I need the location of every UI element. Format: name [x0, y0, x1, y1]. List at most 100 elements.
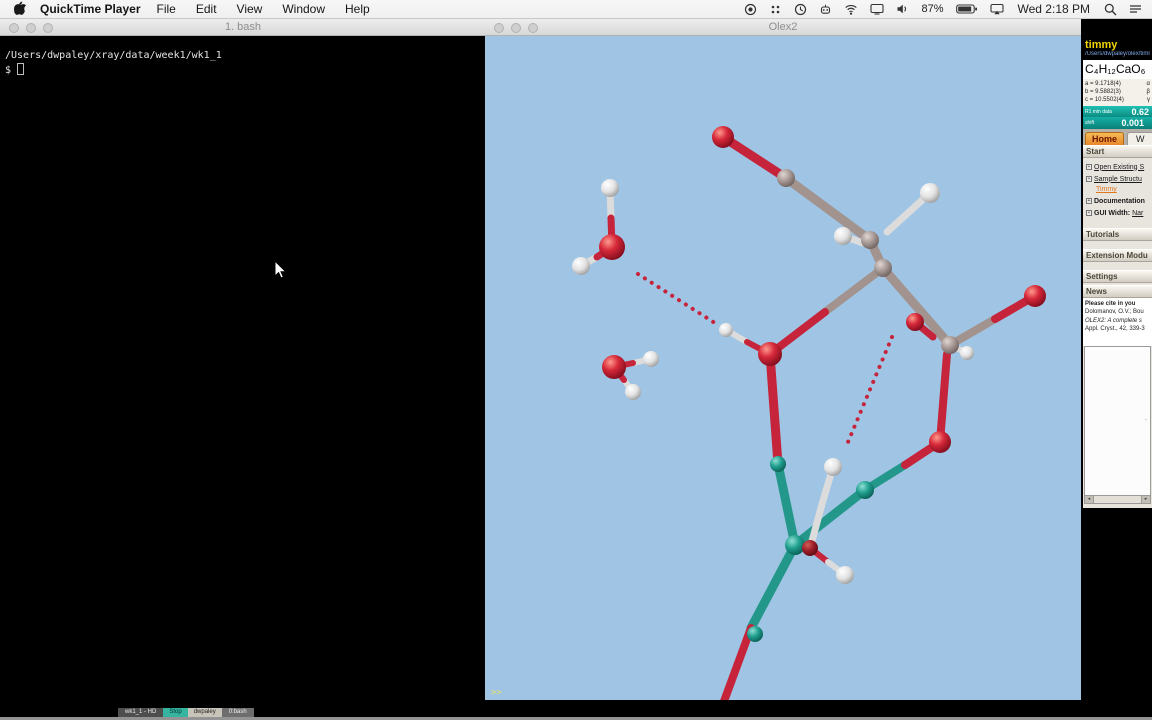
bottom-status-bar: wk1_1 - HD Stop dwpaley 0:bash: [118, 708, 254, 717]
cell-b: b = 9.5882(3): [1085, 89, 1121, 95]
section-tutorials[interactable]: Tutorials: [1083, 228, 1152, 241]
news-text: Please cite in you Dolomanov, O.V.; Bou …: [1083, 298, 1152, 346]
mini-scrollbar[interactable]: ◂ ▸: [1084, 496, 1151, 504]
battery-percent: 87%: [921, 3, 944, 15]
link-documentation[interactable]: Documentation: [1086, 195, 1152, 207]
section-extension-modules[interactable]: Extension Modu: [1083, 249, 1152, 262]
water-molecule-1: [572, 179, 625, 275]
tab-home[interactable]: Home: [1085, 132, 1125, 145]
status-segment-stop[interactable]: Stop: [163, 708, 188, 717]
volume-icon: [897, 4, 907, 14]
shift-value: 0.001: [1121, 118, 1144, 128]
gui-width-row[interactable]: GUI Width:Nar: [1086, 207, 1152, 219]
status-segment-user[interactable]: dwpaley: [187, 708, 222, 717]
search-icon: [1104, 3, 1117, 15]
structure-path: /Users/dwpaley/olex/timmy: [1085, 51, 1150, 57]
cell-beta: β: [1146, 89, 1150, 95]
time-machine-icon: [795, 3, 807, 15]
volume-status[interactable]: [896, 3, 909, 15]
atoms: [712, 126, 1046, 642]
airplay-icon: [989, 3, 1004, 15]
r-factor-bar: R1 min data 0.62: [1083, 106, 1152, 117]
expand-icon[interactable]: [1086, 210, 1092, 216]
terminal-titlebar[interactable]: 1. bash: [0, 19, 486, 36]
olex2-console-prompt[interactable]: >>: [491, 688, 502, 698]
scroll-left-icon[interactable]: ◂: [1085, 496, 1094, 503]
cell-c: c = 10.5502(4): [1085, 97, 1124, 103]
active-app-name[interactable]: QuickTime Player: [40, 2, 141, 16]
menu-window[interactable]: Window: [272, 2, 335, 16]
cell-alpha: α: [1146, 81, 1150, 87]
section-settings[interactable]: Settings: [1083, 270, 1152, 283]
olex2-gui-panel: timmy /Users/dwpaley/olex/timmy C₄H₁₂CaO…: [1083, 38, 1152, 508]
gui-width-value[interactable]: Nar: [1132, 210, 1143, 217]
automator-icon: [821, 4, 831, 14]
scroll-right-icon[interactable]: ▸: [1141, 496, 1150, 503]
water-molecule-2: [602, 351, 659, 400]
menu-help[interactable]: Help: [335, 2, 380, 16]
battery-icon: [955, 4, 977, 14]
cursor-arrow-icon: [274, 259, 288, 279]
r-factor-label: R1 min data: [1085, 108, 1112, 115]
expand-icon[interactable]: [1086, 198, 1092, 204]
bonds: [577, 132, 1039, 700]
section-news[interactable]: News: [1083, 285, 1152, 298]
olex2-3d-viewport[interactable]: >>: [485, 36, 1081, 700]
olex2-titlebar[interactable]: Olex2: [485, 19, 1081, 36]
status-segment-title[interactable]: wk1_1 - HD: [118, 708, 164, 717]
link-sample-timmy[interactable]: Timmy: [1096, 185, 1152, 195]
terminal-cursor: [17, 63, 25, 75]
olex2-title: Olex2: [768, 21, 798, 33]
expand-icon[interactable]: [1086, 176, 1092, 182]
time-machine-status[interactable]: [794, 3, 807, 16]
list-icon: [1130, 5, 1141, 13]
status-grid[interactable]: [769, 3, 782, 16]
record-icon: [745, 3, 757, 15]
link-open-existing[interactable]: Open Existing S: [1086, 161, 1152, 173]
notification-center[interactable]: [1129, 3, 1142, 15]
display-status[interactable]: [870, 3, 885, 15]
menu-bar: QuickTime Player File Edit View Window H…: [0, 0, 1152, 19]
terminal-title: 1. bash: [224, 21, 262, 33]
automator-status[interactable]: [819, 3, 832, 16]
screen-record-indicator[interactable]: [744, 3, 757, 16]
cell-a: a = 9.1718(4): [1085, 81, 1121, 87]
menu-edit[interactable]: Edit: [186, 2, 227, 16]
r-factor-value: 0.62: [1131, 106, 1149, 117]
terminal-prompt: $: [5, 65, 12, 76]
gui-width-label: GUI Width:: [1094, 209, 1131, 217]
wifi-icon: [845, 4, 858, 15]
molecule[interactable]: [485, 36, 1081, 700]
terminal-prompt-line: $: [5, 63, 25, 76]
shift-bar: shift 0.001: [1083, 117, 1152, 129]
link-sample-structures[interactable]: Sample Structu: [1086, 173, 1152, 185]
wifi-status[interactable]: [844, 3, 858, 15]
menu-view[interactable]: View: [227, 2, 273, 16]
menu-file[interactable]: File: [147, 2, 186, 16]
display-icon: [870, 3, 885, 15]
expand-icon[interactable]: [1086, 164, 1092, 170]
menu-bar-clock[interactable]: Wed 2:18 PM: [1016, 2, 1092, 16]
mouse-cursor: [274, 259, 288, 283]
airplay-status[interactable]: [989, 3, 1004, 15]
panel-tabs: Home W: [1083, 129, 1152, 145]
terminal-cwd-line: /Users/dwpaley/xray/data/week1/wk1_1: [5, 50, 222, 61]
spotlight[interactable]: [1104, 3, 1117, 16]
tab-work[interactable]: W: [1127, 132, 1152, 145]
screen: QuickTime Player File Edit View Window H…: [0, 0, 1152, 720]
apple-menu[interactable]: [14, 1, 27, 18]
section-start[interactable]: Start: [1083, 145, 1152, 158]
news-browser-frame: -: [1084, 346, 1151, 496]
shift-label: shift: [1085, 120, 1095, 126]
structure-header: timmy /Users/dwpaley/olex/timmy: [1083, 38, 1152, 60]
dots-grid-icon: [772, 5, 780, 13]
battery-status[interactable]: [955, 3, 978, 15]
frame-dash: -: [1144, 417, 1147, 424]
cell-gamma: γ: [1147, 97, 1150, 103]
terminal-content[interactable]: /Users/dwpaley/xray/data/week1/wk1_1 $: [0, 36, 485, 718]
scroll-track[interactable]: [1094, 496, 1141, 503]
apple-icon: [14, 1, 27, 15]
structure-name: timmy: [1085, 39, 1118, 51]
status-segment-session[interactable]: 0:bash: [221, 708, 254, 717]
unit-cell-params: a = 9.1718(4) α b = 9.5882(3) β c = 10.550…: [1083, 79, 1152, 106]
